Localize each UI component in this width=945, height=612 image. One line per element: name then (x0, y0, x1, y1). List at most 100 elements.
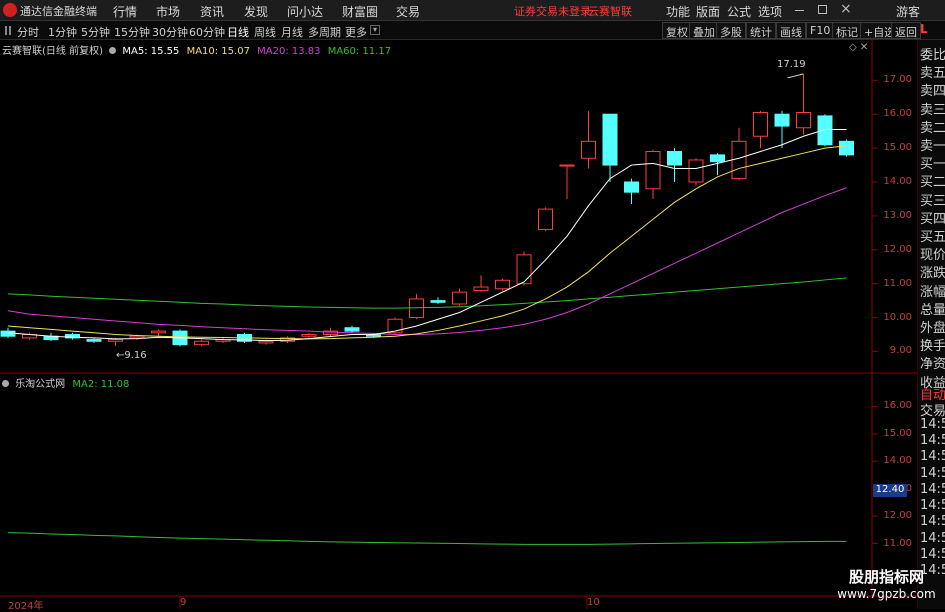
menu-options[interactable]: 选项 (758, 3, 782, 20)
candle-body (194, 340, 209, 346)
quote-field-label: 卖一 (920, 139, 945, 154)
quote-field-label: 卖四 (920, 84, 945, 100)
sub-settings-icon[interactable] (2, 380, 9, 387)
y-tick-label-sub: 16.00 (883, 400, 912, 412)
quote-field-label: 换手 (920, 339, 945, 355)
candle-body (581, 140, 596, 159)
statistics-button[interactable]: 统计 (746, 22, 776, 39)
adjust-button[interactable]: 复权 (662, 22, 692, 39)
quote-field-label: 买三 (920, 193, 945, 209)
period-more[interactable]: 更多 (345, 24, 367, 40)
quote-field-label: 买二 (920, 175, 945, 191)
main-legend: 云赛智联(日线 前复权) MA5: 15.55 MA10: 15.07 MA20… (2, 42, 391, 57)
period-intraday[interactable]: 分时 (17, 24, 39, 40)
candle-body (258, 340, 274, 344)
draw-line-button[interactable]: 画线 (776, 22, 806, 39)
app-logo-icon (3, 3, 17, 17)
quote-panel: L 委比 卖五 卖四 卖三 卖二 卖一 买一 买二 买三 买四 买五 现价 涨跌 涨幅 总量 外盘 换手 净资 收益… (917, 22, 945, 609)
y-tick-label-main: 17.00 (883, 74, 912, 86)
menu-trade[interactable]: 交易 (396, 3, 420, 20)
candle-body (473, 286, 489, 291)
cursor-value-box: 12.40 (873, 484, 907, 497)
x-label-sep: 9 (180, 597, 187, 608)
quote-field-label: 卖二 (920, 120, 945, 136)
y-tick-label-sub: 14.00 (883, 455, 912, 467)
login-notice[interactable]: 证券交易未登录 (514, 3, 591, 19)
x-label-year: 2024年 (8, 601, 44, 612)
sub-legend-title: 乐淘公式网 (15, 379, 66, 390)
quote-field-label: 涨跌 (920, 266, 945, 282)
period-toolbar: 分时 1分钟 5分钟 15分钟 30分钟 60分钟 日线 周线 月线 多周期 更… (0, 21, 945, 40)
settings-icon[interactable] (109, 47, 117, 54)
user-label[interactable]: 游客 (896, 3, 920, 20)
period-weekly[interactable]: 周线 (254, 24, 276, 40)
period-5min[interactable]: 5分钟 (81, 24, 110, 40)
quote-field-label: 外盘 (920, 321, 945, 336)
chart-options-icon[interactable]: ◇ ✕ (849, 42, 868, 53)
minimize-icon[interactable] (795, 10, 804, 11)
trade-tick-time: 14:56 (920, 465, 945, 481)
candle-body (344, 327, 360, 332)
period-1min[interactable]: 1分钟 (48, 24, 77, 40)
y-tick-label-main: 11.00 (883, 277, 912, 289)
menu-bar: 通达信金融终端 行情 市场 资讯 发现 问小达 财富圈 交易 证券交易未登录 云… (0, 0, 945, 21)
trade-tick-time: 14:56 (920, 498, 945, 514)
menu-function[interactable]: 功能 (666, 3, 690, 20)
close-icon[interactable]: × (840, 1, 852, 17)
multi-stock-button[interactable]: 多股 (716, 22, 746, 39)
candle-body (129, 335, 145, 339)
menu-discover[interactable]: 发现 (244, 3, 268, 20)
menu-formula[interactable]: 公式 (727, 3, 751, 20)
more-dropdown-icon[interactable]: ▾ (370, 25, 380, 35)
ma20-legend: MA20: 13.83 (257, 46, 321, 57)
menu-ask[interactable]: 问小达 (287, 3, 323, 20)
menu-market[interactable]: 市场 (156, 3, 180, 20)
period-60min[interactable]: 60分钟 (189, 24, 225, 40)
candle-body (301, 334, 317, 337)
y-tick-label-main: 9.00 (889, 345, 912, 357)
trade-tick-time: 14:56 (920, 547, 945, 562)
period-30min[interactable]: 30分钟 (152, 24, 188, 40)
candle-body (839, 140, 854, 156)
quote-field-label: 卖三 (920, 102, 945, 118)
candle-body (108, 339, 123, 342)
trade-tick-time: 14:56 (920, 481, 945, 497)
toolbar-grip-icon (5, 26, 11, 35)
ma60-line (7, 277, 847, 309)
ma20-line (7, 187, 847, 335)
period-multi[interactable]: 多周期 (308, 24, 341, 40)
menu-quotes[interactable]: 行情 (113, 3, 137, 20)
period-monthly[interactable]: 月线 (281, 24, 303, 40)
candle-body (688, 159, 704, 183)
candle-body (452, 291, 467, 305)
trade-tick-time: 14:56 (920, 449, 945, 465)
ma10-line (7, 145, 847, 340)
y-tick-label-main: 12.00 (883, 243, 912, 255)
low-price-value: 9.16 (124, 350, 147, 361)
y-tick-label-main: 10.00 (883, 311, 912, 323)
app-title: 通达信金融终端 (20, 5, 97, 18)
overlay-button[interactable]: 叠加 (689, 22, 719, 39)
y-tick-label-sub: 12.00 (883, 510, 912, 522)
trade-tick-time: 14:56 (920, 416, 945, 432)
menu-wealth[interactable]: 财富圈 (342, 3, 378, 20)
period-15min[interactable]: 15分钟 (114, 24, 150, 40)
restore-icon[interactable] (818, 5, 827, 14)
menu-layout[interactable]: 版面 (696, 3, 720, 20)
f10-button[interactable]: F10 (806, 22, 835, 39)
kline-chart[interactable] (0, 40, 917, 609)
menu-news[interactable]: 资讯 (200, 3, 224, 20)
candle-body (774, 113, 790, 127)
quote-field-label: 净资 (920, 357, 945, 373)
mark-button[interactable]: 标记 (832, 22, 862, 39)
back-button[interactable]: 返回 (891, 22, 921, 39)
y-tick-label-main: 13.00 (883, 209, 912, 221)
candle-body (495, 279, 510, 290)
quote-field-label: 委比 (920, 48, 945, 63)
high-price-label: 17.19 (777, 59, 806, 70)
period-daily[interactable]: 日线 (227, 24, 249, 40)
watermark: 股朋指标网 www.7gpzb.com (828, 566, 945, 609)
candle-body (86, 339, 102, 342)
watermark-title: 股朋指标网 (848, 568, 924, 586)
candle-body (624, 181, 639, 193)
